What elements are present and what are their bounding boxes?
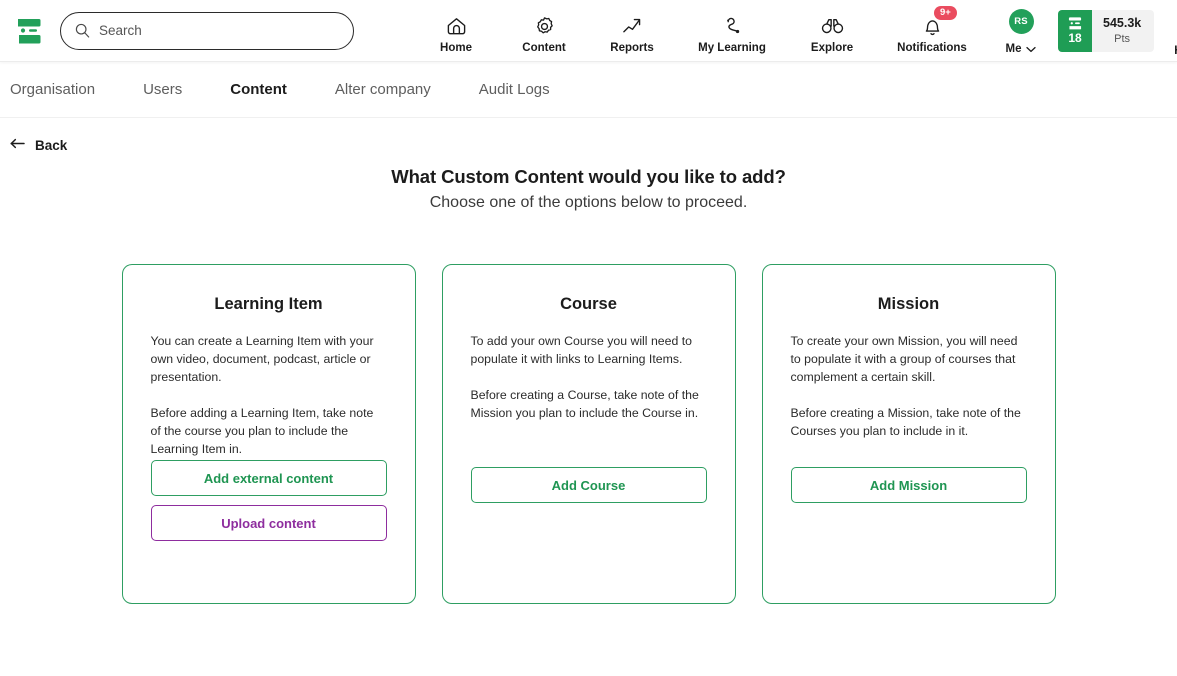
header-right-area: RS Me 18 545.3k Pts [988, 1, 1177, 60]
tab-audit-logs[interactable]: Audit Logs [479, 81, 550, 98]
card-mission[interactable]: Mission To create your own Mission, you … [761, 264, 1056, 604]
home-icon [446, 15, 467, 37]
path-route-icon [722, 15, 743, 37]
points-level: 18 [1068, 31, 1082, 45]
nav-item-notifications[interactable]: 9+ Notifications [876, 6, 988, 54]
card-paragraph-2: Before creating a Course, take note of t… [470, 388, 699, 421]
nav-item-explore[interactable]: Explore [788, 7, 876, 54]
gear-icon [534, 15, 555, 37]
add-course-button[interactable]: Add Course [470, 467, 707, 503]
nav-item-reports[interactable]: Reports [588, 7, 676, 54]
page-title: What Custom Content would you like to ad… [391, 166, 786, 187]
nav-label: Reports [610, 42, 654, 54]
add-external-content-button[interactable]: Add external content [150, 460, 387, 496]
card-title: Learning Item [214, 295, 323, 313]
nav-item-content[interactable]: Content [500, 7, 588, 54]
me-menu[interactable]: RS Me [988, 3, 1054, 58]
me-label: Me [1005, 43, 1022, 55]
card-paragraph-2: Before creating a Mission, take note of … [790, 406, 1021, 439]
nav-label: Notifications [897, 42, 967, 54]
tab-content[interactable]: Content [230, 81, 287, 98]
points-unit: Pts [1114, 32, 1131, 45]
card-paragraph-1: To create your own Mission, you will nee… [790, 334, 1018, 385]
chatbot-logo-icon [1068, 17, 1082, 30]
arrow-left-icon [10, 136, 25, 154]
nav-item-home[interactable]: Home [412, 7, 500, 54]
points-value: 545.3k [1103, 15, 1142, 30]
binoculars-icon [821, 15, 844, 37]
section-tabs: Organisation Users Content Alter company… [0, 62, 1177, 118]
points-level-square: 18 [1058, 9, 1092, 52]
search-input[interactable] [99, 23, 339, 38]
card-paragraph-1: To add your own Course you will need to … [470, 334, 692, 367]
search-box[interactable] [60, 11, 354, 50]
card-actions: Add Mission [790, 467, 1027, 503]
content-option-cards: Learning Item You can create a Learning … [0, 264, 1177, 604]
tab-organisation[interactable]: Organisation [10, 81, 95, 98]
notification-badge: 9+ [934, 6, 957, 20]
top-header: Home Content Reports [0, 0, 1177, 62]
page-heading-block: What Custom Content would you like to ad… [0, 166, 1177, 212]
card-actions: Add external content Upload content [150, 460, 387, 541]
card-paragraph-1: You can create a Learning Item with your… [150, 334, 374, 385]
upload-content-button[interactable]: Upload content [150, 505, 387, 541]
help-menu[interactable]: Help [1164, 1, 1177, 60]
chevron-down-icon [1026, 40, 1037, 58]
search-icon [75, 23, 90, 38]
nav-item-my-learning[interactable]: My Learning [676, 7, 788, 54]
card-course[interactable]: Course To add your own Course you will n… [441, 264, 736, 604]
chatbot-logo-icon [18, 18, 41, 43]
add-mission-button[interactable]: Add Mission [790, 467, 1027, 503]
nav-label: Explore [810, 42, 854, 54]
card-learning-item[interactable]: Learning Item You can create a Learning … [121, 264, 416, 604]
back-link[interactable]: Back [0, 118, 90, 154]
card-actions: Add Course [470, 467, 707, 503]
tab-users[interactable]: Users [143, 81, 182, 98]
card-title: Course [560, 295, 617, 313]
back-label: Back [35, 137, 68, 153]
avatar: RS [1008, 9, 1034, 34]
tab-alter-company[interactable]: Alter company [335, 81, 431, 98]
card-paragraph-2: Before adding a Learning Item, take note… [150, 406, 374, 457]
nav-label: Home [440, 42, 472, 54]
card-title: Mission [877, 295, 940, 313]
page-subtitle: Choose one of the options below to proce… [429, 194, 748, 211]
nav-label: My Learning [698, 42, 766, 54]
app-logo[interactable] [10, 12, 48, 50]
trending-up-arrow-icon [622, 15, 643, 37]
points-badge[interactable]: 18 545.3k Pts [1058, 9, 1155, 52]
points-info: 545.3k Pts [1092, 9, 1155, 52]
nav-label: Content [522, 42, 566, 54]
primary-nav: Home Content Reports My Learning Explore… [412, 6, 988, 54]
